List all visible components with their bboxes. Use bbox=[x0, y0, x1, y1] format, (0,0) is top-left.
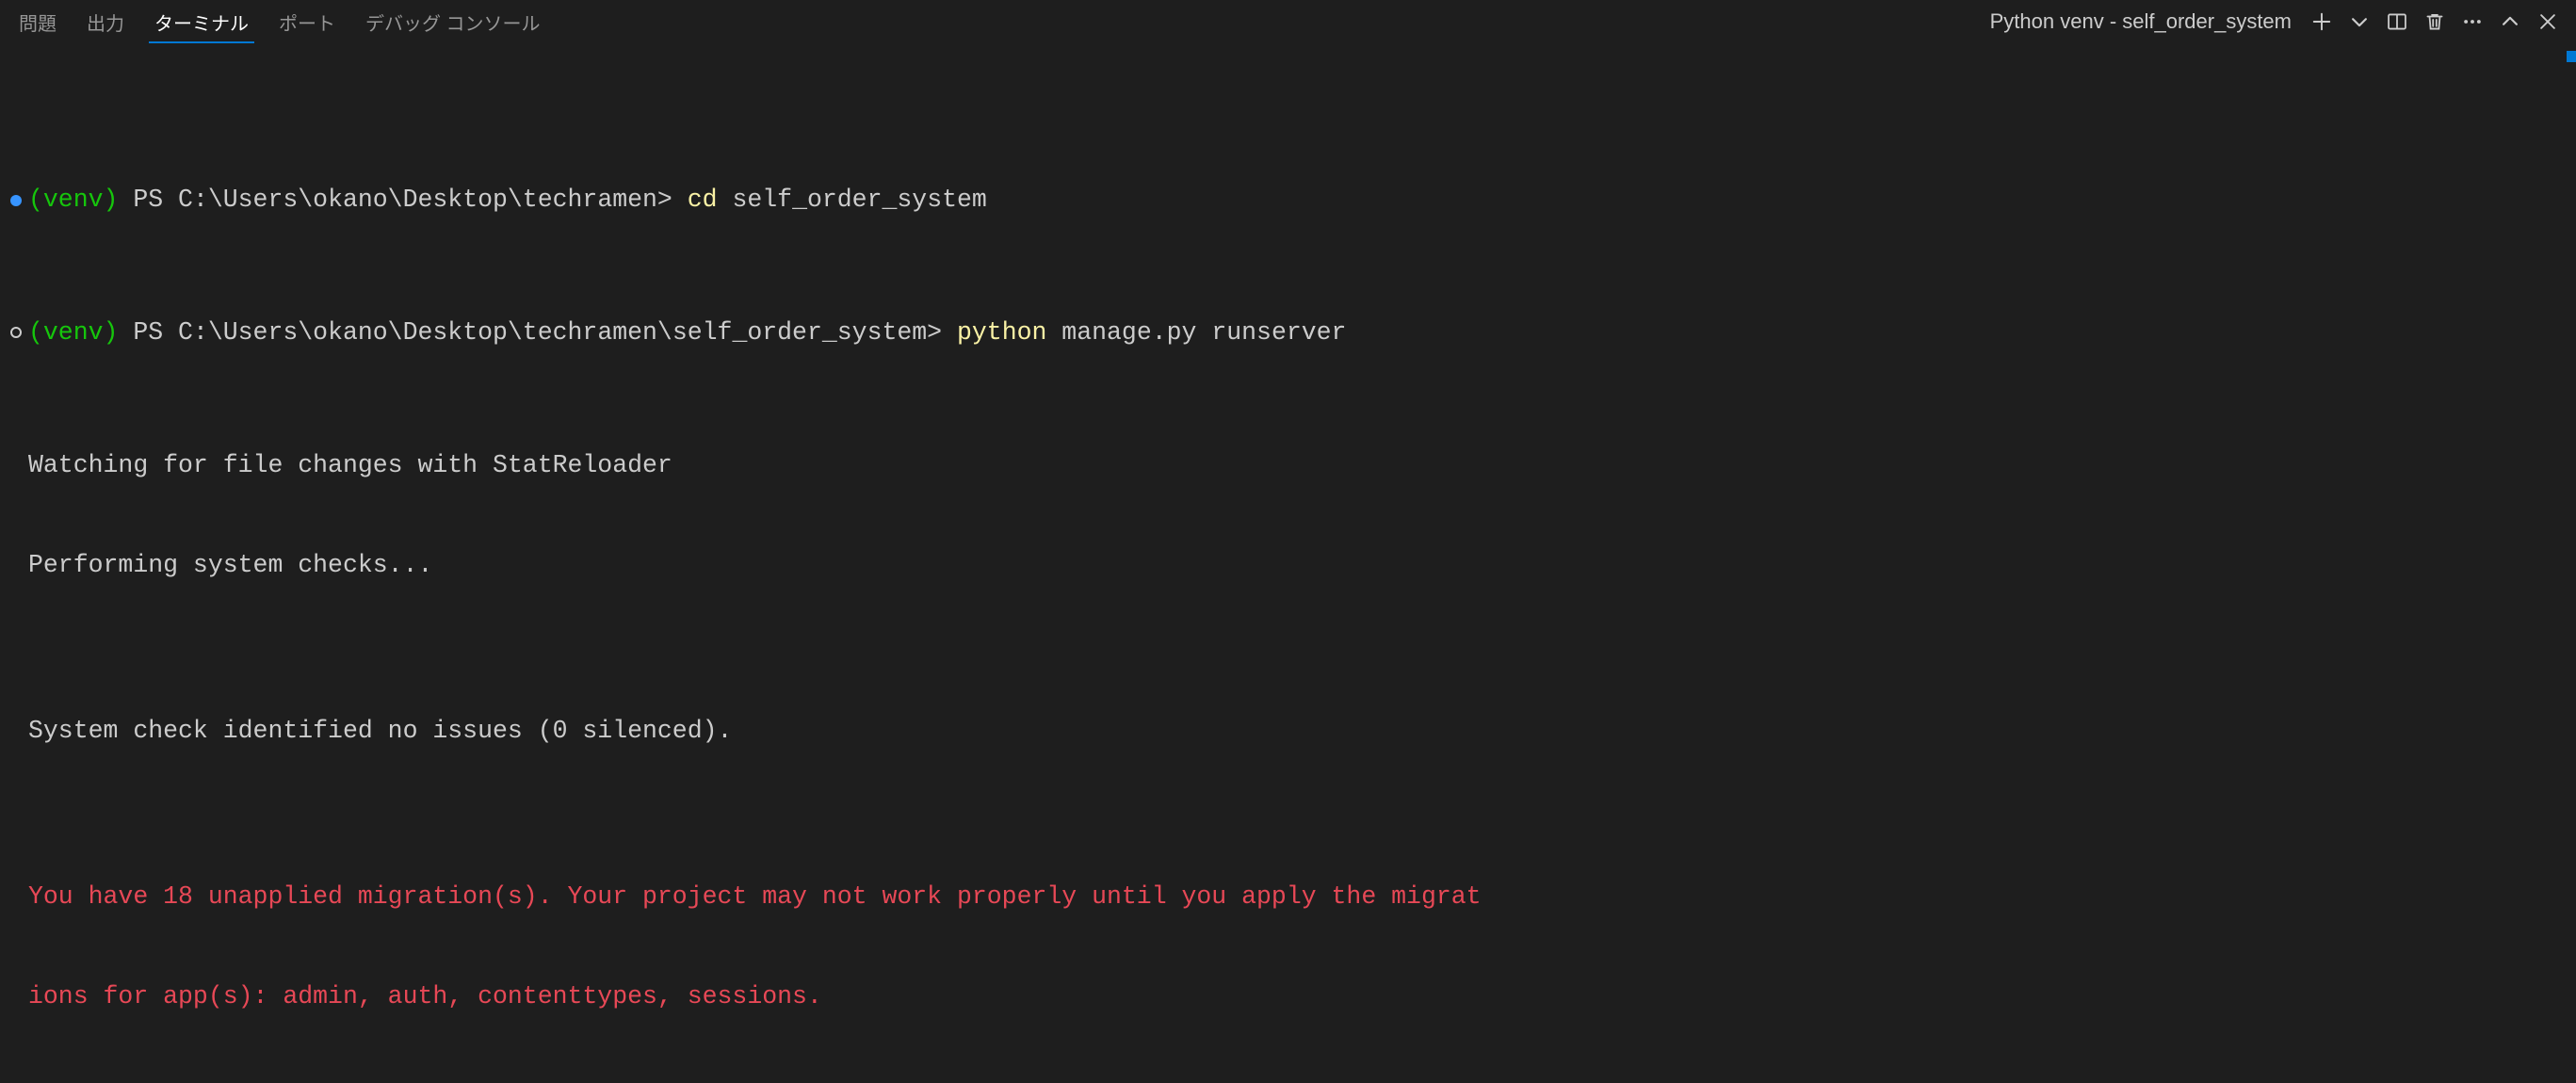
maximize-panel-button[interactable] bbox=[2497, 8, 2523, 35]
new-terminal-button[interactable] bbox=[2309, 8, 2335, 35]
venv-indicator: (venv) bbox=[28, 316, 133, 349]
more-actions-button[interactable] bbox=[2459, 8, 2486, 35]
scrollbar-marker bbox=[2567, 51, 2576, 62]
terminal-actions: Python venv - self_order_system bbox=[1983, 8, 2572, 35]
tab-label: ポート bbox=[279, 8, 335, 36]
terminal-panel: 問題 出力 ターミナル ポート デバッグ コンソール Python venv -… bbox=[0, 0, 2576, 1083]
tab-output[interactable]: 出力 bbox=[72, 0, 139, 43]
tab-label: デバッグ コンソール bbox=[365, 8, 541, 36]
ps-indicator: PS bbox=[133, 184, 178, 217]
command-arg: manage.py runserver bbox=[1046, 316, 1346, 349]
output-warning-line: You have 18 unapplied migration(s). Your… bbox=[28, 881, 1482, 913]
close-panel-button[interactable] bbox=[2535, 8, 2561, 35]
command: cd bbox=[688, 184, 718, 217]
tab-debug-console[interactable]: デバッグ コンソール bbox=[350, 0, 556, 43]
terminal-dropdown-button[interactable] bbox=[2346, 8, 2373, 35]
tab-label: 出力 bbox=[87, 8, 124, 36]
output-warning-line: ions for app(s): admin, auth, contenttyp… bbox=[28, 980, 822, 1013]
output-warning-line: Run 'python manage.py migrate' to apply … bbox=[28, 1079, 703, 1083]
prompt-path: C:\Users\okano\Desktop\techramen> bbox=[178, 184, 688, 217]
prompt-path: C:\Users\okano\Desktop\techramen\self_or… bbox=[178, 316, 957, 349]
kill-terminal-button[interactable] bbox=[2422, 8, 2448, 35]
command: python bbox=[957, 316, 1046, 349]
tab-label: 問題 bbox=[19, 8, 57, 36]
terminal-selector-label: Python venv - self_order_system bbox=[1990, 9, 2292, 34]
command-running-dot-icon bbox=[4, 327, 28, 338]
split-terminal-button[interactable] bbox=[2384, 8, 2410, 35]
panel-tab-bar: 問題 出力 ターミナル ポート デバッグ コンソール Python venv -… bbox=[0, 0, 2576, 43]
command-success-dot-icon bbox=[4, 195, 28, 206]
output-line: Performing system checks... bbox=[28, 549, 432, 582]
tab-problems[interactable]: 問題 bbox=[4, 0, 72, 43]
venv-indicator: (venv) bbox=[28, 184, 133, 217]
tab-label: ターミナル bbox=[154, 8, 249, 36]
output-line: System check identified no issues (0 sil… bbox=[28, 715, 732, 748]
terminal-output[interactable]: (venv) PS C:\Users\okano\Desktop\techram… bbox=[0, 43, 2576, 1083]
tab-terminal[interactable]: ターミナル bbox=[139, 0, 264, 43]
ps-indicator: PS bbox=[133, 316, 178, 349]
command-arg: self_order_system bbox=[718, 184, 987, 217]
terminal-selector[interactable]: Python venv - self_order_system bbox=[1983, 9, 2297, 34]
output-line: Watching for file changes with StatReloa… bbox=[28, 449, 672, 482]
tab-ports[interactable]: ポート bbox=[264, 0, 350, 43]
